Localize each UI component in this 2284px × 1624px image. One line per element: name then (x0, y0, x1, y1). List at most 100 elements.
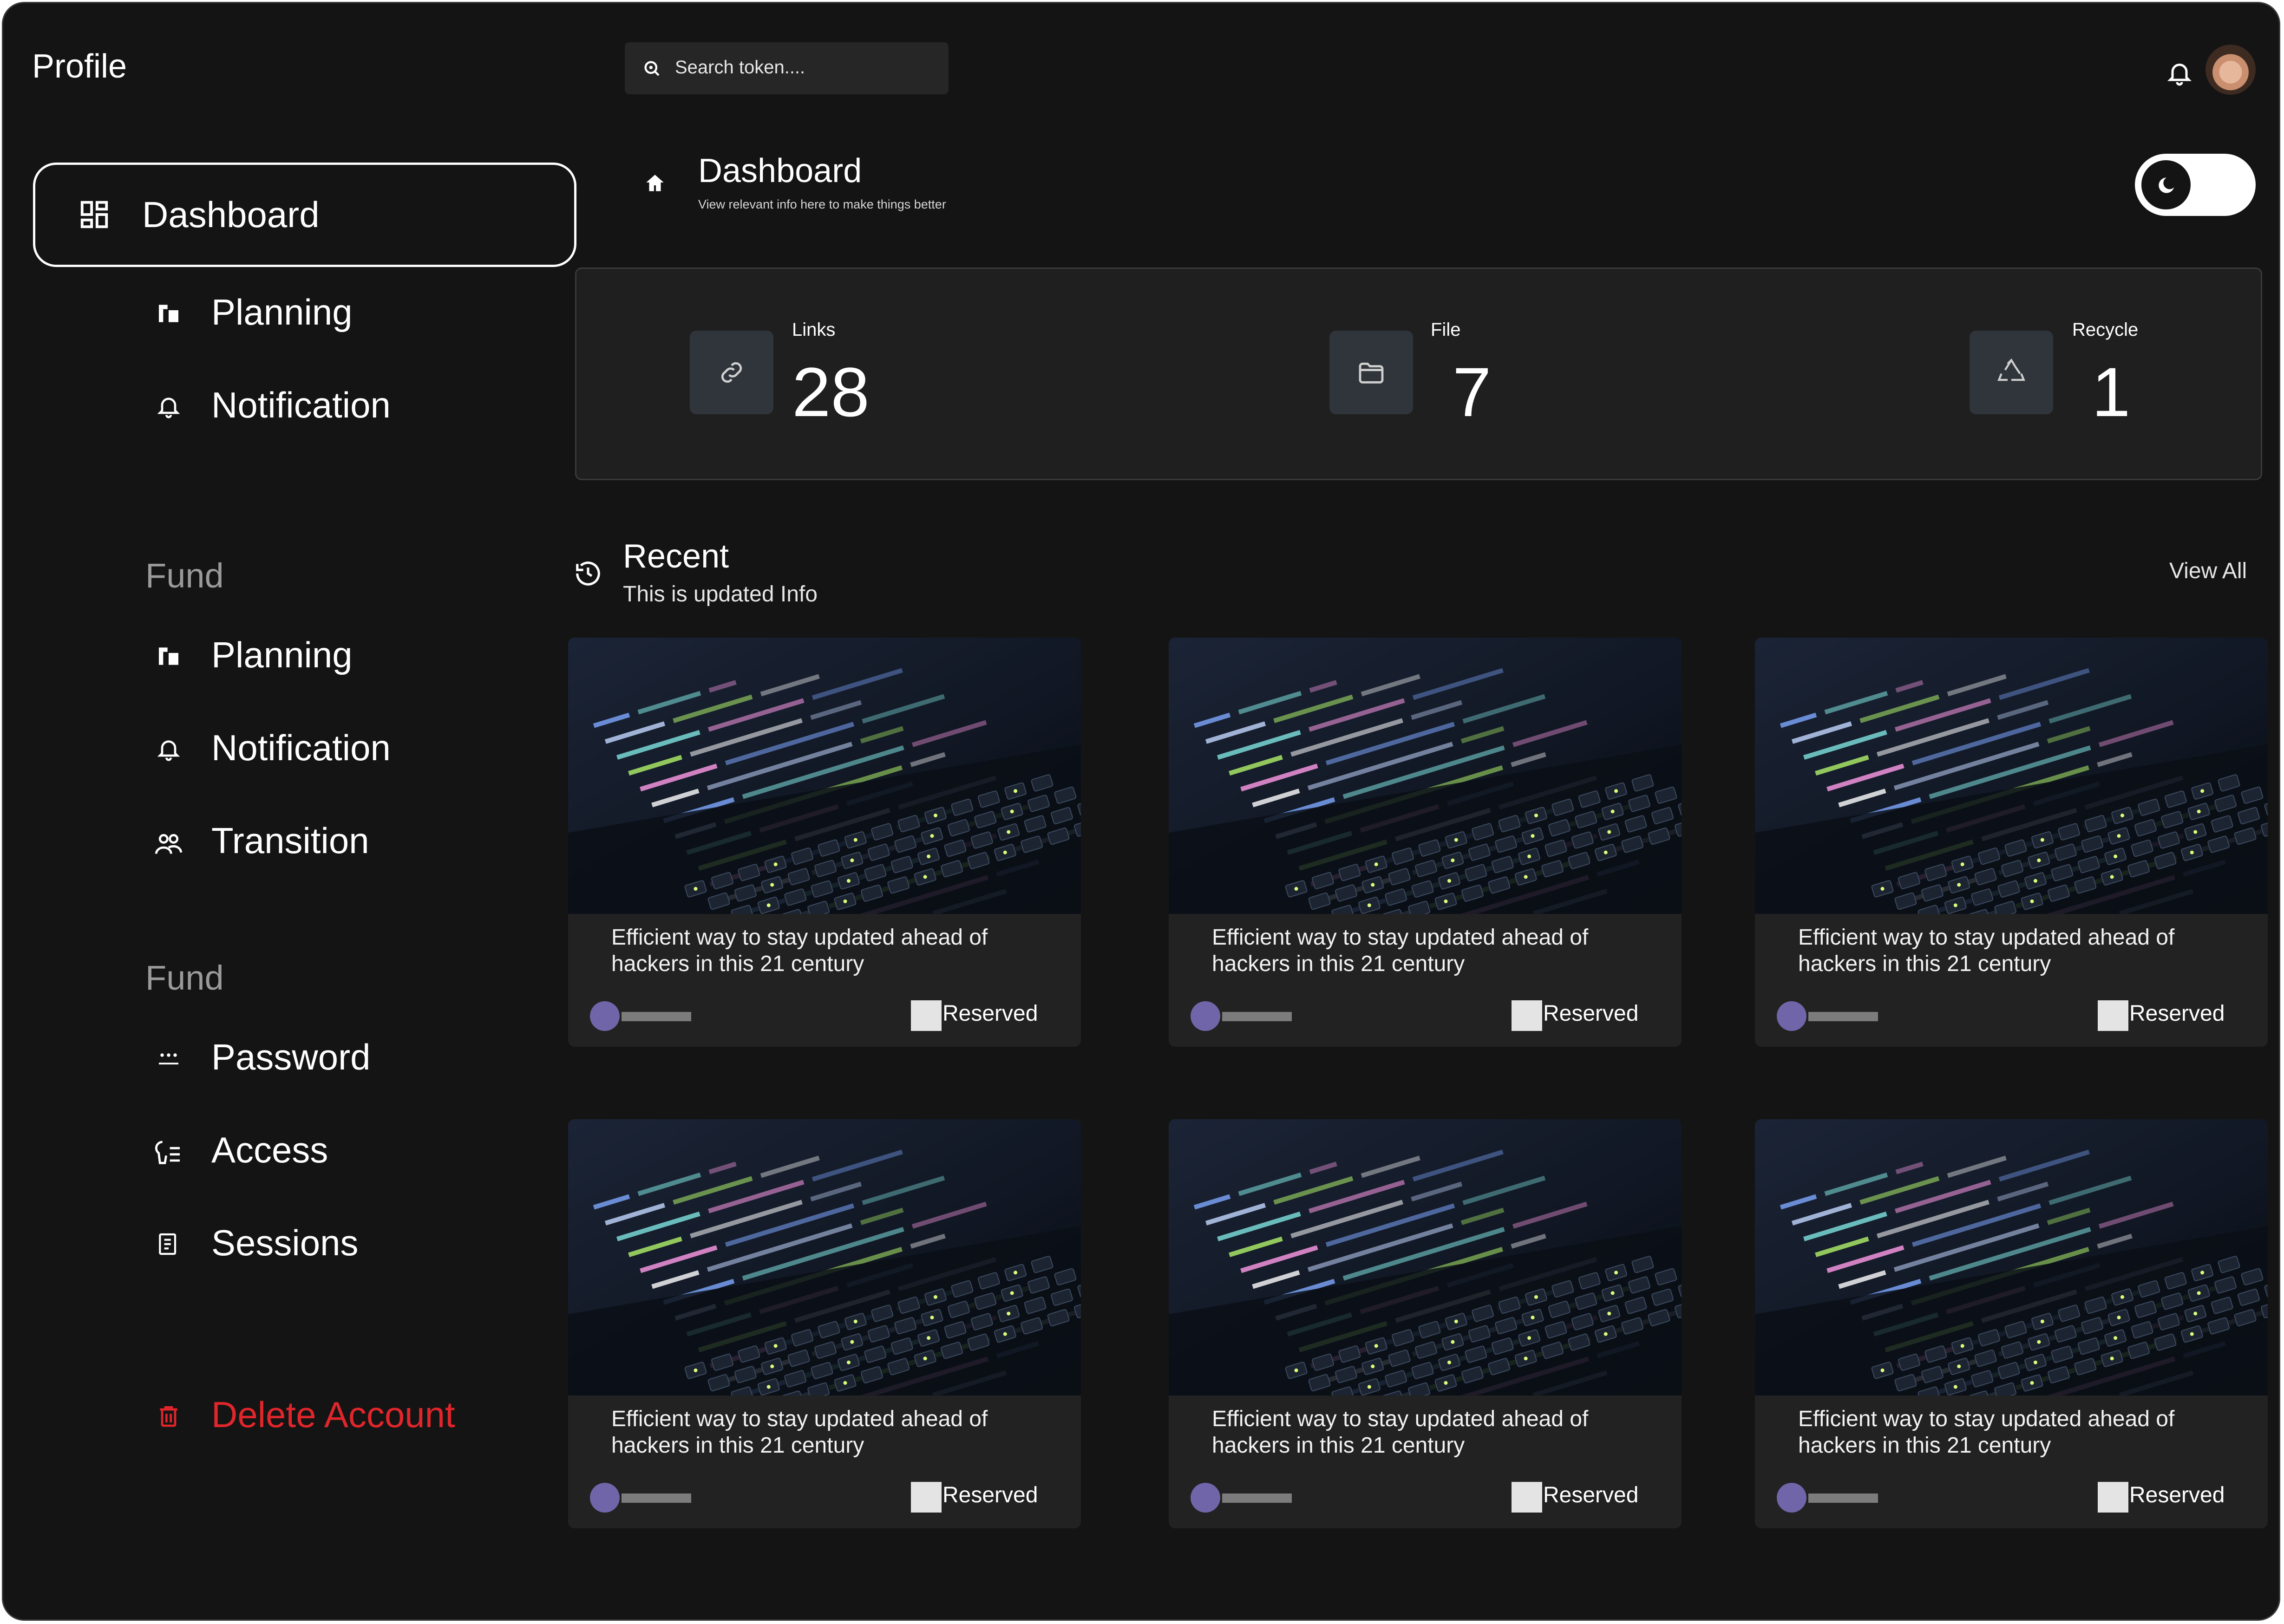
planning-icon (159, 305, 178, 322)
sidebar-item-label: Notification (211, 727, 391, 768)
stat-tile-recycle[interactable] (1970, 331, 2053, 414)
author-name-placeholder (1808, 1012, 1878, 1021)
author-avatar (590, 1001, 620, 1031)
author-name-placeholder (1222, 1494, 1292, 1503)
page-subtitle: View relevant info here to make things b… (698, 197, 946, 211)
sidebar-section-heading: Fund (145, 959, 224, 997)
app-title: Profile (32, 48, 127, 85)
author-avatar (1191, 1001, 1220, 1031)
recent-card[interactable]: Efficient way to stay updated ahead of h… (1755, 1119, 2268, 1528)
delete-account-button[interactable]: Delete Account (147, 1394, 519, 1445)
card-title: Efficient way to stay updated ahead of h… (1212, 1407, 1589, 1458)
card-badge: Reserved (1543, 1001, 1639, 1026)
history-icon (576, 561, 600, 586)
sidebar-item-sessions[interactable]: Sessions (147, 1222, 472, 1273)
sidebar-item-planning[interactable]: Planning (147, 291, 472, 342)
sidebar-section-heading: Fund (145, 556, 224, 595)
stat-label: File (1431, 320, 1461, 340)
sidebar-item-label: Planning (211, 634, 353, 675)
sessions-icon (159, 1233, 177, 1255)
card-thumbnail (568, 1119, 1081, 1396)
stat-value: 7 (1453, 353, 1492, 431)
search-icon (644, 61, 660, 76)
reserved-checkbox[interactable] (1512, 1482, 1542, 1513)
reserved-checkbox[interactable] (1512, 1000, 1542, 1031)
sidebar-item-notification[interactable]: Notification (147, 384, 472, 435)
sidebar-item-label: Password (211, 1037, 371, 1077)
moon-icon (2159, 176, 2176, 193)
planning-icon (159, 647, 178, 665)
card-title: Efficient way to stay updated ahead of h… (1798, 925, 2175, 976)
recent-card[interactable]: Efficient way to stay updated ahead of h… (1169, 1119, 1682, 1528)
sidebar-item-password[interactable]: Password (147, 1036, 472, 1087)
sidebar-item-label: Transition (211, 820, 369, 861)
author-name-placeholder (622, 1494, 691, 1503)
search-input[interactable]: Search token.... (625, 42, 949, 94)
card-badge: Reserved (1543, 1483, 1639, 1507)
stat-label: Links (792, 320, 836, 340)
password-icon (159, 1053, 178, 1065)
section-subtitle: This is updated Info (623, 582, 818, 607)
access-icon (155, 1141, 180, 1164)
notification-bell-icon[interactable] (2166, 58, 2193, 88)
stat-label: Recycle (2072, 320, 2139, 340)
card-badge: Reserved (2129, 1001, 2225, 1026)
dashboard-icon (80, 201, 108, 228)
card-badge: Reserved (942, 1483, 1038, 1507)
author-avatar (1777, 1483, 1806, 1513)
bell-icon (157, 398, 180, 418)
view-all-link[interactable]: View All (2169, 558, 2247, 584)
avatar[interactable] (2205, 45, 2256, 95)
stat-tile-links[interactable] (690, 331, 773, 414)
author-avatar (1777, 1001, 1806, 1031)
reserved-checkbox[interactable] (2098, 1000, 2128, 1031)
delete-account-label: Delete Account (211, 1394, 455, 1435)
users-icon (155, 834, 183, 854)
card-thumbnail (1169, 1119, 1682, 1396)
reserved-checkbox[interactable] (911, 1000, 942, 1031)
folder-icon (1359, 362, 1384, 384)
sidebar-item-transition[interactable]: Transition (147, 820, 472, 871)
card-thumbnail (1169, 638, 1682, 914)
card-title: Efficient way to stay updated ahead of h… (611, 1407, 988, 1458)
section-title: Recent (623, 538, 729, 575)
card-thumbnail (568, 638, 1081, 914)
author-name-placeholder (1222, 1012, 1292, 1021)
recent-card[interactable]: Efficient way to stay updated ahead of h… (568, 1119, 1081, 1528)
search-placeholder: Search token.... (675, 57, 805, 78)
author-avatar (590, 1483, 620, 1513)
stat-value: 28 (792, 353, 870, 431)
page-title: Dashboard (698, 152, 862, 189)
card-title: Efficient way to stay updated ahead of h… (1212, 925, 1589, 976)
stat-value: 1 (2092, 353, 2131, 431)
author-avatar (1191, 1483, 1220, 1513)
stat-tile-file[interactable] (1329, 331, 1413, 414)
sidebar-item-access[interactable]: Access (147, 1129, 472, 1180)
bell-icon (157, 740, 180, 761)
trash-icon (160, 1406, 177, 1427)
toggle-knob (2141, 160, 2191, 209)
card-title: Efficient way to stay updated ahead of h… (1798, 1407, 2175, 1458)
recent-card[interactable]: Efficient way to stay updated ahead of h… (568, 638, 1081, 1047)
recent-card[interactable]: Efficient way to stay updated ahead of h… (1755, 638, 2268, 1047)
recent-card[interactable]: Efficient way to stay updated ahead of h… (1169, 638, 1682, 1047)
card-thumbnail (1755, 638, 2268, 914)
card-thumbnail (1755, 1119, 2268, 1396)
reserved-checkbox[interactable] (2098, 1482, 2128, 1513)
sidebar-item-label: Access (211, 1129, 328, 1170)
sidebar-item-dashboard[interactable]: Dashboard (33, 163, 576, 267)
sidebar-item-label: Dashboard (142, 194, 320, 235)
home-icon (646, 175, 664, 191)
recycle-icon (1997, 358, 2025, 381)
link-icon (721, 362, 742, 383)
theme-toggle[interactable] (2135, 154, 2256, 216)
app-window: Profile Search token.... Dashboard Plann… (2, 2, 2280, 1621)
author-name-placeholder (622, 1012, 691, 1021)
reserved-checkbox[interactable] (911, 1482, 942, 1513)
author-name-placeholder (1808, 1494, 1878, 1503)
sidebar-item-label: Notification (211, 385, 391, 425)
sidebar-item-notification[interactable]: Notification (147, 727, 472, 778)
card-badge: Reserved (2129, 1483, 2225, 1507)
sidebar-item-planning[interactable]: Planning (147, 634, 472, 685)
sidebar-item-label: Planning (211, 292, 353, 333)
